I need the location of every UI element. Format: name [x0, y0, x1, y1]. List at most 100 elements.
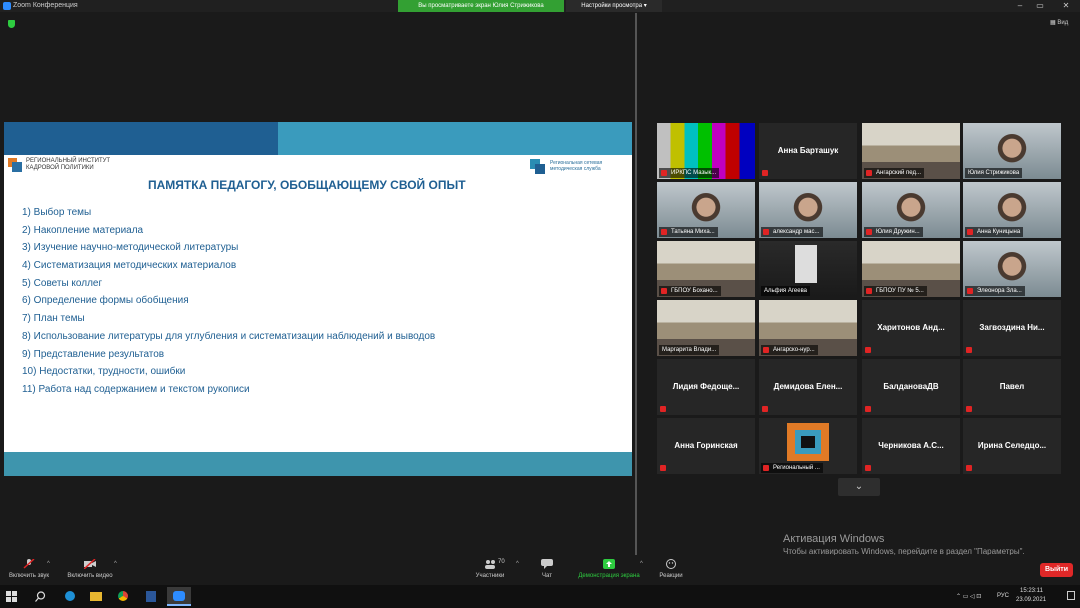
participant-name-label: Татьяна Миха... — [659, 227, 718, 237]
participant-tile[interactable]: Ирина Селедцо... — [963, 418, 1061, 474]
chat-button[interactable]: Чат — [532, 555, 562, 585]
participant-tile[interactable]: Харитонов Анд... — [862, 300, 960, 356]
participant-name-label: ГБПОУ ПУ № 5... — [864, 286, 927, 296]
word-icon[interactable] — [141, 587, 161, 606]
muted-mic-icon — [866, 170, 872, 176]
participant-tile[interactable]: Татьяна Миха... — [657, 182, 755, 238]
share-screen-button[interactable]: Демонстрация экрана — [572, 555, 646, 585]
participant-name-label: Юлия Стрижикова — [965, 168, 1023, 178]
unmute-button[interactable]: Включить звук — [4, 555, 54, 585]
close-icon[interactable]: ✕ — [1060, 1, 1072, 11]
participant-tile[interactable]: Анна Куницына — [963, 182, 1061, 238]
participant-tile[interactable]: Загвоздина Ни... — [963, 300, 1061, 356]
slide-point: 10) Недостатки, трудности, ошибки — [22, 366, 186, 378]
participant-name-label: ИРКПС Мазык... — [659, 168, 720, 178]
edge-browser-icon[interactable] — [60, 587, 80, 606]
participant-tile[interactable]: Альфия Агеева — [759, 241, 857, 297]
participant-name: Харитонов Анд... — [877, 323, 945, 332]
split-view-divider[interactable] — [635, 13, 637, 555]
reactions-label: Реакции — [659, 573, 683, 579]
participant-name: Анна Горинская — [674, 441, 738, 450]
minimize-icon[interactable]: – — [1014, 1, 1026, 11]
windows-start-icon[interactable] — [6, 591, 17, 602]
muted-mic-icon — [661, 288, 667, 294]
share-options-caret-icon[interactable]: ^ — [640, 561, 643, 567]
participant-tile[interactable]: Анна Горинская — [657, 418, 755, 474]
muted-mic-icon — [966, 406, 972, 412]
leave-meeting-button[interactable]: Выйти — [1040, 563, 1073, 577]
slide-footer-band — [4, 452, 632, 476]
participant-tile[interactable]: ГБПОУ Бохано... — [657, 241, 755, 297]
institute-name: РЕГИОНАЛЬНЫЙ ИНСТИТУТ КАДРОВОЙ ПОЛИТИКИ — [26, 158, 111, 171]
search-icon[interactable] — [35, 591, 46, 602]
participant-tile[interactable]: Элеонора Зла... — [963, 241, 1061, 297]
zoom-taskbar-icon[interactable] — [167, 587, 191, 606]
participant-tile[interactable]: Юлия Стрижикова — [963, 123, 1061, 179]
title-bar: Zoom Конференция Вы просматриваете экран… — [0, 0, 1080, 12]
muted-mic-icon — [865, 465, 871, 471]
meeting-toolbar: Включить звук ^ Включить видео ^ Участни… — [0, 555, 1080, 585]
chrome-icon[interactable] — [113, 587, 133, 606]
slide-point: 5) Советы коллег — [22, 277, 103, 289]
notifications-icon[interactable] — [1067, 591, 1075, 600]
participant-tile[interactable]: Ангарско-нур... — [759, 300, 857, 356]
participant-name: Ангарско-нур... — [773, 347, 815, 353]
gallery-next-page-button[interactable]: ⌄ — [838, 478, 880, 496]
participant-tile[interactable]: Юлия Дружин... — [862, 182, 960, 238]
slide-point: 2) Накопление материала — [22, 224, 144, 236]
participant-name-label: Анна Куницына — [965, 227, 1024, 237]
slide-header-band — [4, 122, 278, 155]
muted-mic-icon — [660, 406, 666, 412]
muted-mic-icon — [23, 559, 35, 569]
video-options-caret-icon[interactable]: ^ — [114, 561, 117, 567]
participant-name: Юлия Стрижикова — [968, 170, 1020, 176]
muted-mic-icon — [661, 229, 667, 235]
start-video-button[interactable]: Включить видео — [60, 555, 120, 585]
start-video-label: Включить видео — [67, 573, 113, 579]
muted-mic-icon — [763, 229, 769, 235]
participant-tile[interactable]: ГБПОУ ПУ № 5... — [862, 241, 960, 297]
participant-tile[interactable]: Маргарита Влади... — [657, 300, 755, 356]
muted-mic-icon — [866, 288, 872, 294]
tray-icons[interactable]: ⌃ ▭ ◁ ⊡ — [956, 593, 981, 600]
participant-tile[interactable]: Демидова Елен... — [759, 359, 857, 415]
muted-mic-icon — [763, 465, 769, 471]
view-options-button[interactable]: Настройки просмотра ▾ — [566, 0, 662, 12]
participant-tile[interactable]: александр мас... — [759, 182, 857, 238]
participant-name: Ирина Селедцо... — [977, 441, 1047, 450]
muted-mic-icon — [966, 465, 972, 471]
zoom-app-icon — [3, 2, 11, 10]
clock-date[interactable]: 23.09.2021 — [1016, 597, 1046, 603]
participant-tile[interactable]: ИРКПС Мазык... — [657, 123, 755, 179]
participant-tile[interactable]: БалдановаДВ — [862, 359, 960, 415]
muted-mic-icon — [762, 406, 768, 412]
view-options-label: Настройки просмотра — [581, 3, 643, 9]
participant-name: Маргарита Влади... — [662, 347, 717, 353]
gallery-view-button[interactable]: ▦ Вид — [1050, 19, 1068, 26]
share-screen-label: Демонстрация экрана — [578, 573, 640, 579]
participants-caret-icon[interactable]: ^ — [516, 561, 519, 567]
slide-point: 9) Представление результатов — [22, 348, 165, 360]
shared-screen-slide: РЕГИОНАЛЬНЫЙ ИНСТИТУТ КАДРОВОЙ ПОЛИТИКИ … — [4, 122, 632, 476]
encryption-shield-icon[interactable] — [8, 20, 15, 28]
participant-name: ГБПОУ ПУ № 5... — [876, 288, 924, 294]
participant-name-label: Маргарита Влади... — [659, 345, 720, 355]
participant-tile[interactable]: Лидия Федоще... — [657, 359, 755, 415]
participant-name-label: Ангарско-нур... — [761, 345, 818, 355]
clock-time[interactable]: 15:23:11 — [1020, 588, 1043, 594]
participant-tile[interactable]: Анна Барташук — [759, 123, 857, 179]
participant-name: Лидия Федоще... — [672, 382, 740, 391]
slide-point: 1) Выбор темы — [22, 207, 92, 218]
muted-mic-icon — [660, 465, 666, 471]
participant-tile[interactable]: Черникова А.С... — [862, 418, 960, 474]
file-explorer-icon[interactable] — [86, 587, 106, 606]
input-language[interactable]: РУС — [997, 593, 1009, 599]
chat-icon — [541, 559, 553, 569]
participant-tile[interactable]: Павел — [963, 359, 1061, 415]
reactions-button[interactable]: Реакции — [654, 555, 688, 585]
audio-options-caret-icon[interactable]: ^ — [47, 561, 50, 567]
participant-name: Анна Куницына — [977, 229, 1021, 235]
maximize-icon[interactable]: ▭ — [1034, 1, 1046, 11]
participant-tile[interactable]: Ангарский пед... — [862, 123, 960, 179]
participant-tile[interactable]: Региональный ... — [759, 418, 857, 474]
